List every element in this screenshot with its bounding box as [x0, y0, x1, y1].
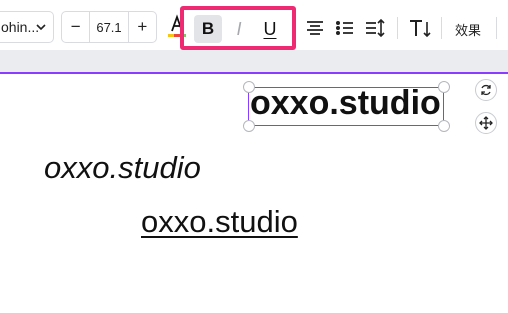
line-spacing-icon[interactable]: [363, 16, 387, 40]
decrease-font-size-button[interactable]: −: [62, 12, 89, 42]
text-size-icon[interactable]: [408, 16, 432, 40]
toolbar-divider: [397, 17, 398, 39]
toolbar-divider: [496, 17, 497, 39]
resize-handle-top-left[interactable]: [243, 81, 255, 93]
text-toolbar: ohin... − 67.1 + B I U 效果: [0, 0, 508, 50]
font-family-select[interactable]: ohin...: [0, 11, 54, 43]
align-center-icon[interactable]: [303, 16, 327, 40]
chevron-down-icon: [36, 24, 46, 31]
bold-text-element[interactable]: oxxo.studio: [250, 84, 441, 123]
font-family-value: ohin...: [1, 19, 40, 35]
format-buttons-highlight: [180, 6, 296, 50]
effects-button[interactable]: 效果: [455, 20, 481, 39]
move-icon: [479, 116, 493, 130]
increase-font-size-button[interactable]: +: [129, 12, 156, 42]
italic-text-element[interactable]: oxxo.studio: [44, 150, 201, 186]
rotate-icon: [481, 84, 491, 96]
font-size-stepper: − 67.1 +: [61, 11, 157, 43]
font-size-input[interactable]: 67.1: [89, 12, 129, 42]
resize-handle-top-right[interactable]: [438, 81, 450, 93]
rotate-button[interactable]: [475, 79, 497, 101]
toolbar-divider: [441, 17, 442, 39]
underline-text-element[interactable]: oxxo.studio: [141, 204, 298, 240]
bulleted-list-icon[interactable]: [333, 16, 357, 40]
canvas-header-strip: [0, 50, 508, 72]
resize-handle-bottom-left[interactable]: [243, 120, 255, 132]
move-button[interactable]: [475, 112, 497, 134]
page-top-border: [0, 72, 508, 74]
resize-handle-bottom-right[interactable]: [438, 120, 450, 132]
